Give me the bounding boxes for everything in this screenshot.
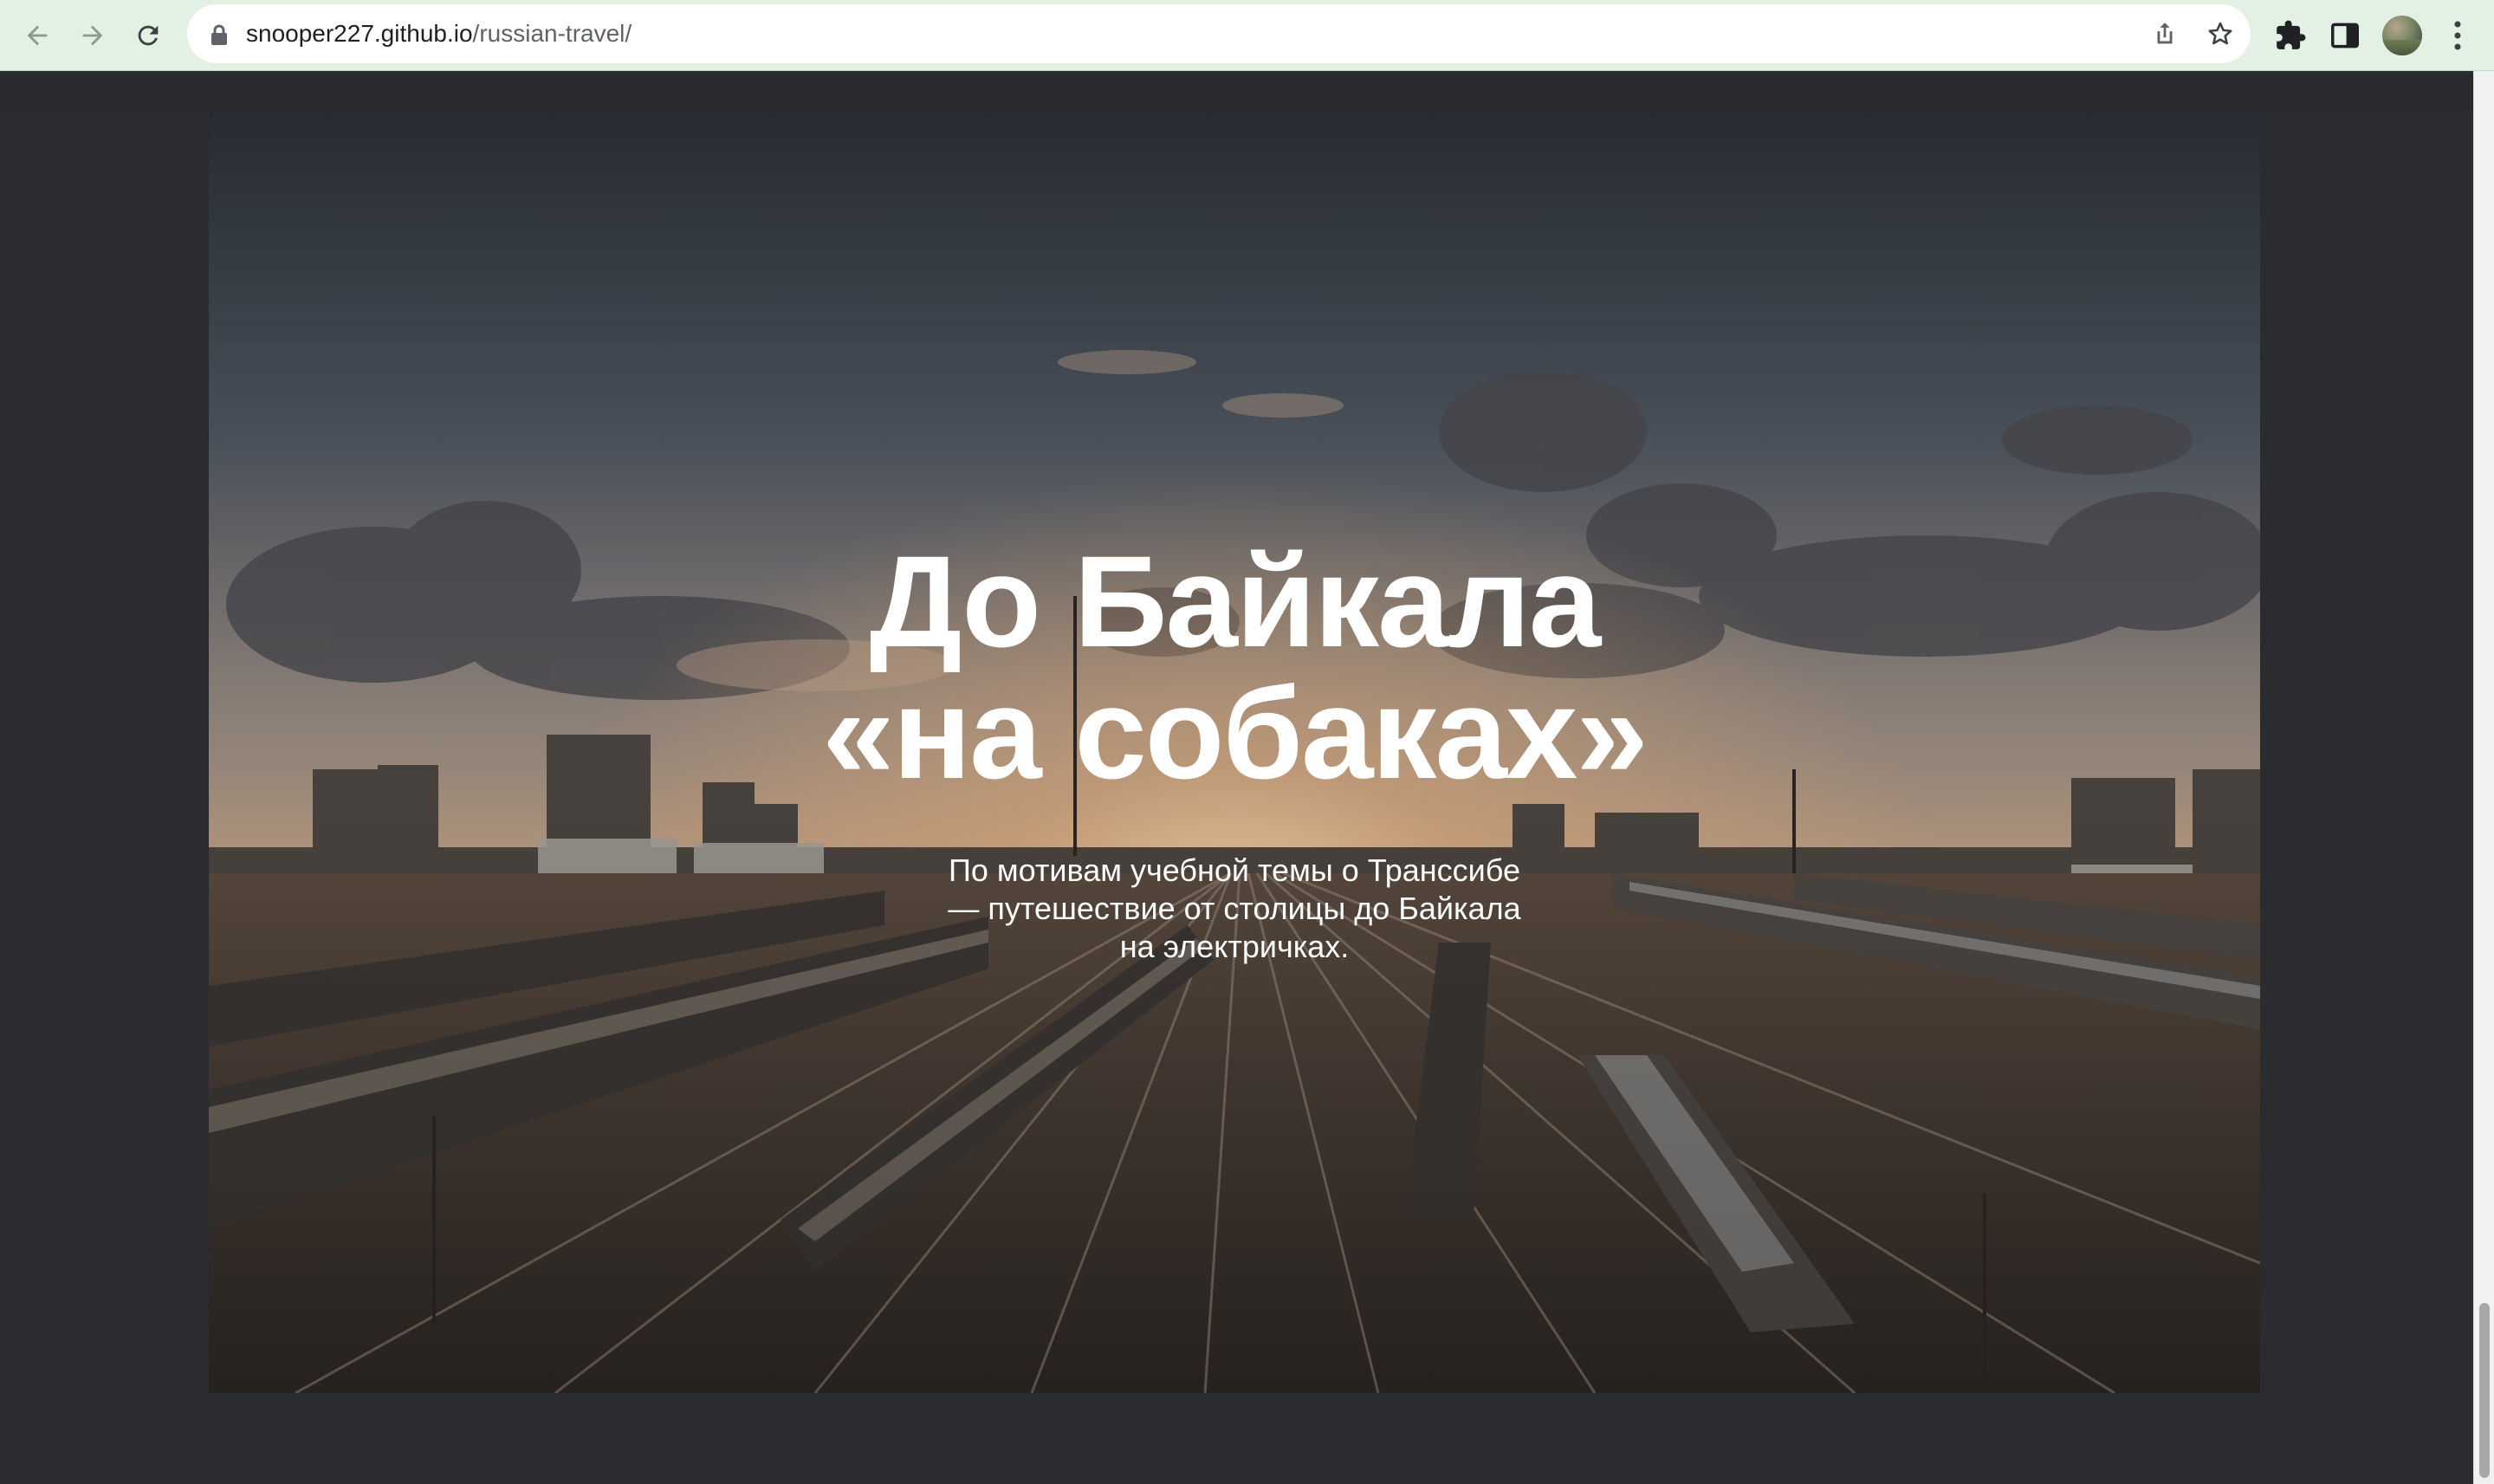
page-scrollbar[interactable] bbox=[2473, 71, 2494, 1484]
hero-subtitle-line-1: По мотивам учебной темы о Транссибе bbox=[949, 852, 1520, 888]
extensions-button[interactable] bbox=[2274, 19, 2307, 52]
star-icon bbox=[2208, 22, 2232, 45]
url-host: snooper227.github.io bbox=[246, 20, 473, 47]
url-path: /russian-travel/ bbox=[472, 20, 632, 47]
hero-subtitle-line-3: на электричках. bbox=[1119, 929, 1350, 964]
hero-title-line-2: «на собаках» bbox=[822, 660, 1649, 806]
kebab-menu-icon[interactable] bbox=[2445, 17, 2471, 54]
forward-arrow-icon bbox=[82, 25, 103, 46]
address-bar[interactable]: snooper227.github.io/russian-travel/ bbox=[187, 4, 2251, 63]
forward-button[interactable] bbox=[73, 16, 113, 55]
side-panel-icon bbox=[2331, 23, 2359, 49]
share-button[interactable] bbox=[2150, 19, 2180, 49]
url-text[interactable]: snooper227.github.io/russian-travel/ bbox=[246, 4, 632, 63]
side-panel-button[interactable] bbox=[2329, 19, 2361, 52]
page-top-band bbox=[0, 71, 2473, 111]
hero-title-line-1: До Байкала bbox=[869, 528, 1602, 674]
hero-section: До Байкала «на собаках» По мотивам учебн… bbox=[209, 111, 2260, 1393]
lock-icon bbox=[211, 24, 227, 45]
share-icon bbox=[2157, 23, 2173, 44]
browser-toolbar: snooper227.github.io/russian-travel/ bbox=[0, 0, 2494, 71]
bookmark-button[interactable] bbox=[2206, 19, 2235, 49]
hero-subtitle: По мотивам учебной темы о Транссибе — пу… bbox=[209, 852, 2260, 966]
hero-subtitle-line-2: — путешествие от столицы до Байкала bbox=[948, 891, 1521, 926]
back-arrow-icon bbox=[27, 25, 48, 46]
scrollbar-thumb[interactable] bbox=[2479, 1303, 2490, 1478]
reload-button[interactable] bbox=[128, 16, 168, 55]
back-button[interactable] bbox=[17, 16, 57, 55]
hero-title: До Байкала «на собаках» bbox=[209, 535, 2260, 799]
reload-icon bbox=[138, 25, 159, 46]
avatar[interactable] bbox=[2382, 16, 2422, 55]
puzzle-icon bbox=[2277, 20, 2306, 49]
